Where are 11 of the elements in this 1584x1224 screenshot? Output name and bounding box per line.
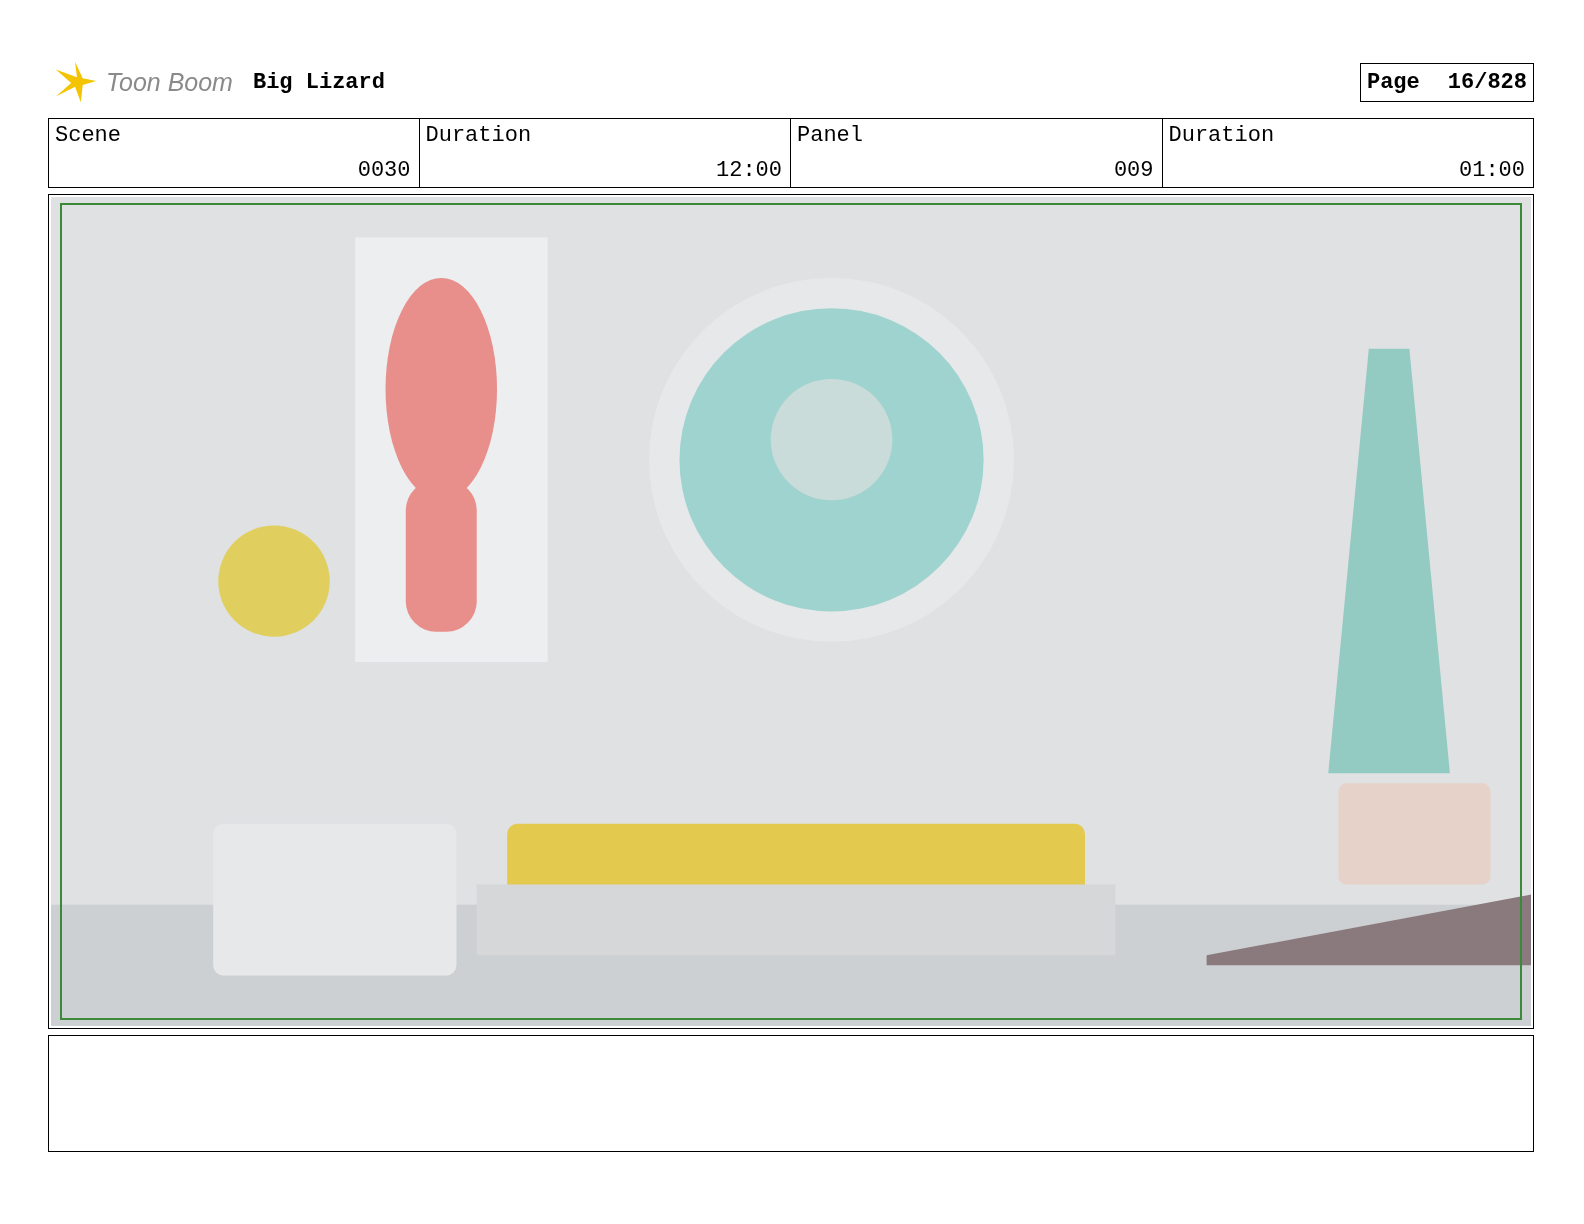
field-label: Duration bbox=[1168, 123, 1275, 148]
field-value: 12:00 bbox=[716, 158, 782, 183]
field-value: 009 bbox=[1113, 158, 1154, 183]
storyboard-title: Big Lizard bbox=[252, 69, 385, 95]
field-value: 01:00 bbox=[1459, 158, 1525, 183]
field-label: Panel bbox=[797, 123, 863, 148]
logo-text: Toon Boom bbox=[106, 67, 233, 97]
field-label: Scene bbox=[55, 123, 121, 148]
field-value: 0030 bbox=[357, 158, 411, 183]
page-number-box: Page 16/828 bbox=[1359, 62, 1534, 102]
field-label: Duration bbox=[425, 123, 532, 148]
